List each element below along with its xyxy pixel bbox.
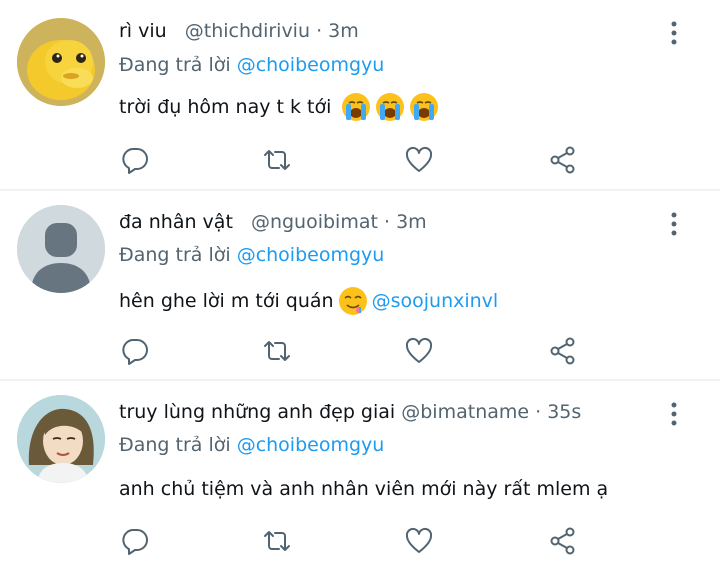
reply-to-user[interactable]: @choibeomgyu [237, 244, 385, 266]
tweet-text: anh chủ tiệm và anh nhân viên mới này rấ… [119, 478, 608, 500]
tweet-text: hên ghe lời m tới quán @soojunxinvl [119, 286, 498, 316]
share-button[interactable] [548, 145, 578, 175]
tweet-actions [0, 145, 720, 179]
reply-prefix: Đang trả lời [119, 244, 231, 266]
user-handle[interactable]: @bimatname [401, 401, 529, 423]
tweet-text-content: hên ghe lời m tới quán [119, 290, 334, 312]
tweet-header: đa nhân vật @nguoibimat · 3m [119, 211, 427, 233]
loudly-crying-face-emoji [410, 93, 439, 121]
avatar-đa-nhân-vật[interactable] [17, 205, 105, 293]
reply-prefix: Đang trả lời [119, 434, 231, 456]
tweet-text-content: trời đụ hôm nay t k tới [119, 96, 332, 118]
loudly-crying-face-emoji [342, 93, 371, 121]
share-button[interactable] [548, 336, 578, 366]
tweet-actions [0, 526, 720, 560]
reply-button[interactable] [120, 336, 150, 366]
tweet-text-content: anh chủ tiệm và anh nhân viên mới này rấ… [119, 478, 609, 500]
user-handle[interactable]: @nguoibimat [251, 211, 378, 233]
tweet-header: rì viu @thichdiriviu · 3m [119, 20, 359, 42]
reply-button[interactable] [120, 145, 150, 175]
retweet-button[interactable] [262, 336, 292, 366]
tweet-3[interactable]: truy lùng những anh đẹp giai @bimatname … [0, 381, 720, 570]
share-icon [550, 527, 575, 555]
retweet-button[interactable] [262, 145, 292, 175]
replying-to: Đang trả lời @choibeomgyu [119, 54, 384, 76]
display-name[interactable]: rì viu [119, 20, 167, 42]
tweet-actions [0, 336, 720, 370]
tweet-1[interactable]: rì viu @thichdiriviu · 3m Đang trả lời @… [0, 0, 720, 189]
separator: · [316, 20, 323, 42]
share-icon [550, 146, 575, 174]
replying-to: Đang trả lời @choibeomgyu [119, 434, 384, 456]
like-button[interactable] [404, 336, 434, 366]
comment-icon [122, 148, 148, 174]
more-options-button[interactable] [664, 401, 684, 427]
reply-to-user[interactable]: @choibeomgyu [237, 434, 385, 456]
more-vertical-icon [671, 402, 677, 426]
share-button[interactable] [548, 526, 578, 556]
retweet-icon [264, 531, 290, 551]
more-options-button[interactable] [664, 20, 684, 46]
reply-prefix: Đang trả lời [119, 54, 231, 76]
share-icon [550, 337, 575, 365]
retweet-icon [264, 150, 290, 170]
replying-to: Đang trả lời @choibeomgyu [119, 244, 384, 266]
display-name[interactable]: truy lùng những anh đẹp giai [119, 401, 395, 423]
user-handle[interactable]: @thichdiriviu [185, 20, 310, 42]
default-person-avatar-image [17, 205, 105, 293]
comment-icon [122, 529, 148, 555]
display-name[interactable]: đa nhân vật [119, 211, 233, 233]
avatar-rì-viu[interactable] [17, 18, 105, 106]
like-button[interactable] [404, 145, 434, 175]
yellow-creature-avatar-image [17, 18, 105, 106]
tweet-header: truy lùng những anh đẹp giai @bimatname … [119, 401, 581, 423]
reply-to-user[interactable]: @choibeomgyu [237, 54, 385, 76]
more-vertical-icon [671, 21, 677, 45]
tweet-text: trời đụ hôm nay t k tới [119, 92, 439, 122]
heart-icon [405, 146, 433, 172]
heart-icon [405, 527, 433, 553]
loudly-crying-face-emoji [376, 93, 405, 121]
reply-button[interactable] [120, 526, 150, 556]
timestamp[interactable]: 3m [396, 211, 427, 233]
timestamp[interactable]: 3m [328, 20, 359, 42]
separator: · [383, 211, 391, 233]
more-vertical-icon [671, 212, 677, 236]
like-button[interactable] [404, 526, 434, 556]
retweet-button[interactable] [262, 526, 292, 556]
drooling-face-emoji [338, 287, 367, 315]
avatar-truy-lùng[interactable] [17, 395, 105, 483]
mention-link[interactable]: @soojunxinvl [372, 290, 499, 312]
retweet-icon [264, 341, 290, 361]
more-options-button[interactable] [664, 211, 684, 237]
timestamp[interactable]: 35s [547, 401, 581, 423]
comment-icon [122, 339, 148, 365]
tweet-2[interactable]: đa nhân vật @nguoibimat · 3m Đang trả lờ… [0, 191, 720, 379]
separator: · [535, 401, 542, 423]
illustrated-girl-avatar-image [17, 395, 105, 483]
heart-icon [405, 337, 433, 363]
